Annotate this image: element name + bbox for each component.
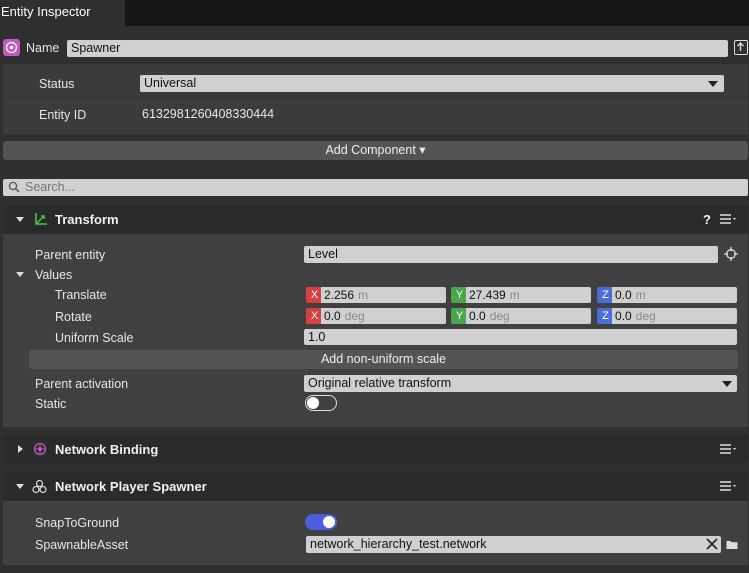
rotate-x-field[interactable]: 0.0 deg	[321, 308, 446, 324]
rotate-x-value: 0.0	[324, 309, 341, 323]
status-value: Universal	[144, 76, 197, 90]
translate-x-unit: m	[358, 288, 369, 302]
entity-icon	[3, 39, 20, 56]
entity-id-value: 6132981260408330444	[142, 107, 275, 121]
clear-icon[interactable]	[706, 538, 718, 550]
spawnable-asset-label: SpawnableAsset	[35, 538, 129, 552]
translate-z-unit: m	[635, 288, 646, 302]
add-component-button[interactable]: Add Component ▾	[3, 141, 748, 160]
snap-to-ground-toggle[interactable]	[305, 514, 337, 530]
search-input[interactable]: Search...	[3, 179, 748, 196]
menu-icon[interactable]	[719, 443, 739, 455]
rotate-z-field[interactable]: 0.0 deg	[612, 308, 737, 324]
tab-entity-inspector[interactable]: Entity Inspector	[0, 0, 125, 26]
parent-entity-label: Parent entity	[35, 248, 106, 262]
name-label: Name	[26, 41, 60, 55]
rotate-y-value: 0.0	[469, 309, 486, 323]
spawnable-asset-field[interactable]: network_hierarchy_test.network	[306, 536, 721, 553]
name-field[interactable]: Spawner	[67, 40, 728, 57]
menu-icon[interactable]	[719, 213, 739, 225]
translate-x-field[interactable]: 2.256 m	[321, 287, 446, 303]
translate-x-value: 2.256	[324, 288, 355, 302]
help-icon[interactable]: ?	[703, 212, 711, 227]
player-spawner-body	[3, 501, 748, 565]
translate-y-unit: m	[509, 288, 520, 302]
spawnable-asset-value: network_hierarchy_test.network	[310, 537, 487, 551]
translate-y-value: 27.439	[469, 288, 506, 302]
parent-entity-field[interactable]: Level	[304, 246, 718, 263]
folder-icon[interactable]	[726, 539, 738, 550]
static-label: Static	[35, 397, 67, 411]
network-binding-title: Network Binding	[55, 442, 159, 457]
add-nonuniform-scale-button[interactable]: Add non-uniform scale	[29, 350, 738, 369]
pin-icon[interactable]	[734, 40, 748, 55]
translate-z-value: 0.0	[615, 288, 632, 302]
chevron-down-icon	[708, 81, 718, 87]
toggle-knob	[323, 516, 335, 528]
parent-activation-label: Parent activation	[35, 377, 129, 391]
parent-activation-select[interactable]: Original relative transform	[304, 375, 737, 392]
divider	[3, 97, 748, 98]
expand-icon[interactable]	[18, 445, 23, 453]
collapse-icon[interactable]	[16, 217, 24, 222]
player-spawner-title: Network Player Spawner	[55, 479, 207, 494]
status-select[interactable]: Universal	[140, 75, 724, 92]
rotate-z-value: 0.0	[615, 309, 632, 323]
snap-to-ground-label: SnapToGround	[35, 516, 120, 530]
parent-activation-value: Original relative transform	[308, 376, 452, 390]
rotate-z-unit: deg	[635, 309, 656, 323]
status-label: Status	[39, 77, 75, 91]
search-icon	[8, 181, 20, 193]
rotate-y-unit: deg	[489, 309, 510, 323]
translate-y-field[interactable]: 27.439 m	[466, 287, 591, 303]
network-binding-icon	[33, 442, 47, 456]
values-label: Values	[35, 268, 73, 282]
collapse-icon[interactable]	[16, 484, 24, 489]
values-collapse-icon[interactable]	[16, 272, 24, 277]
menu-icon[interactable]	[719, 480, 739, 492]
rotate-x-unit: deg	[344, 309, 365, 323]
rotate-y-field[interactable]: 0.0 deg	[466, 308, 591, 324]
player-spawner-icon	[32, 479, 47, 494]
chevron-down-icon	[722, 381, 732, 387]
translate-label: Translate	[55, 288, 107, 302]
rotate-label: Rotate	[55, 310, 92, 324]
search-placeholder: Search...	[25, 180, 76, 194]
static-toggle[interactable]	[305, 395, 337, 411]
transform-title: Transform	[55, 212, 119, 227]
entity-id-label: Entity ID	[39, 108, 87, 122]
uniform-scale-label: Uniform Scale	[55, 331, 134, 345]
uniform-scale-field[interactable]: 1.0	[304, 329, 737, 345]
toggle-knob	[307, 396, 319, 409]
transform-icon	[35, 213, 47, 225]
crosshair-icon[interactable]	[724, 247, 738, 261]
translate-z-field[interactable]: 0.0 m	[612, 287, 737, 303]
